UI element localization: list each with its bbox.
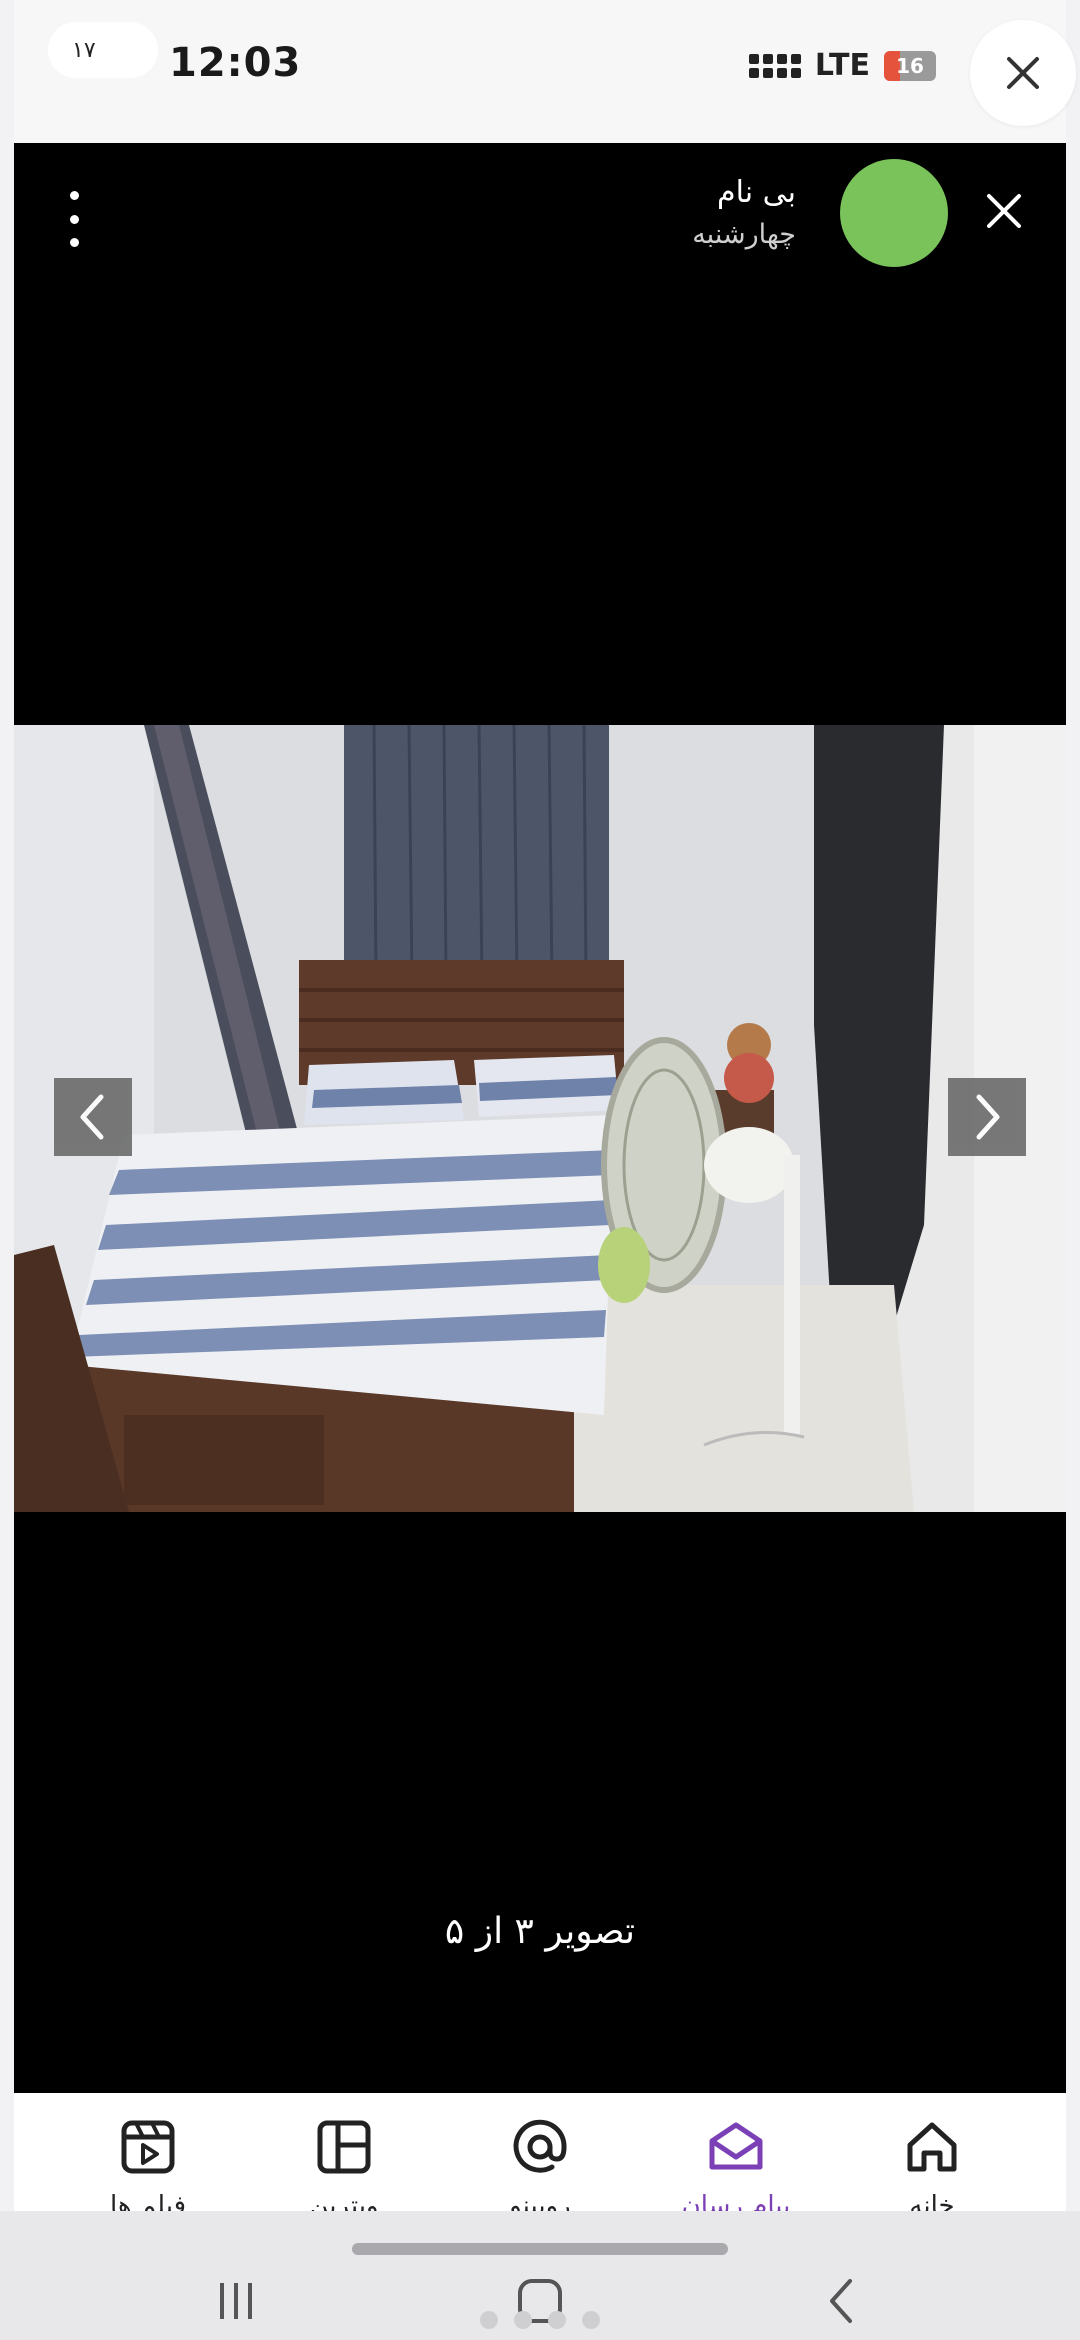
clock: 12:03 (169, 40, 302, 86)
network-type: LTE (814, 48, 870, 83)
notification-count: ۱۷ (48, 22, 158, 78)
nav-rubino[interactable]: روبینو (470, 2115, 610, 2221)
at-sign-icon (508, 2115, 572, 2179)
nav-home[interactable]: خانه (862, 2115, 1002, 2221)
viewer-header: بی نام چهارشنبه (14, 143, 1066, 283)
previous-image-button[interactable] (54, 1078, 132, 1156)
messenger-icon (704, 2115, 768, 2179)
avatar[interactable] (840, 159, 948, 267)
viewer-close-button[interactable] (972, 179, 1036, 243)
recent-apps-icon (220, 2283, 252, 2319)
back-arrow-icon (830, 2279, 852, 2323)
close-icon (987, 194, 1021, 228)
bottom-navigation: خانه پیام رسان روبینو ویترین فیلم ها (14, 2093, 1066, 2221)
home-icon (900, 2115, 964, 2179)
more-options-icon[interactable] (54, 191, 94, 247)
notification-area: ۱۷ (48, 22, 158, 78)
back-button[interactable] (802, 2273, 882, 2329)
sent-date: چهارشنبه (692, 219, 796, 250)
nav-films[interactable]: فیلم ها (78, 2115, 218, 2221)
image-viewer: بی نام چهارشنبه تصویر ۳ از ۵ (14, 143, 1066, 2093)
chevron-right-icon (976, 1094, 1000, 1140)
sender-name: بی نام (717, 175, 796, 210)
film-icon (116, 2115, 180, 2179)
system-navigation-bar (0, 2211, 1080, 2340)
nav-messenger[interactable]: پیام رسان (666, 2115, 806, 2221)
status-bar: ۱۷ 12:03 LTE 16 (14, 0, 1076, 143)
close-icon (1007, 57, 1039, 89)
battery-icon: 16 (884, 50, 936, 81)
page-indicator (480, 2311, 600, 2329)
next-image-button[interactable] (948, 1078, 1026, 1156)
storefront-icon (312, 2115, 376, 2179)
notification-count-text: ۱۷ (72, 37, 96, 63)
recent-apps-button[interactable] (196, 2273, 276, 2329)
chevron-left-icon (80, 1094, 104, 1140)
image-counter: تصویر ۳ از ۵ (444, 1911, 636, 1952)
overlay-close-button[interactable] (970, 20, 1076, 126)
signal-icon (748, 53, 801, 78)
bedroom-photo[interactable] (14, 725, 1066, 1512)
sender-info: بی نام چهارشنبه (692, 171, 796, 255)
home-indicator[interactable] (352, 2243, 728, 2255)
battery-level: 16 (896, 53, 924, 78)
nav-storefront[interactable]: ویترین (274, 2115, 414, 2221)
status-icons: LTE 16 (748, 48, 936, 83)
